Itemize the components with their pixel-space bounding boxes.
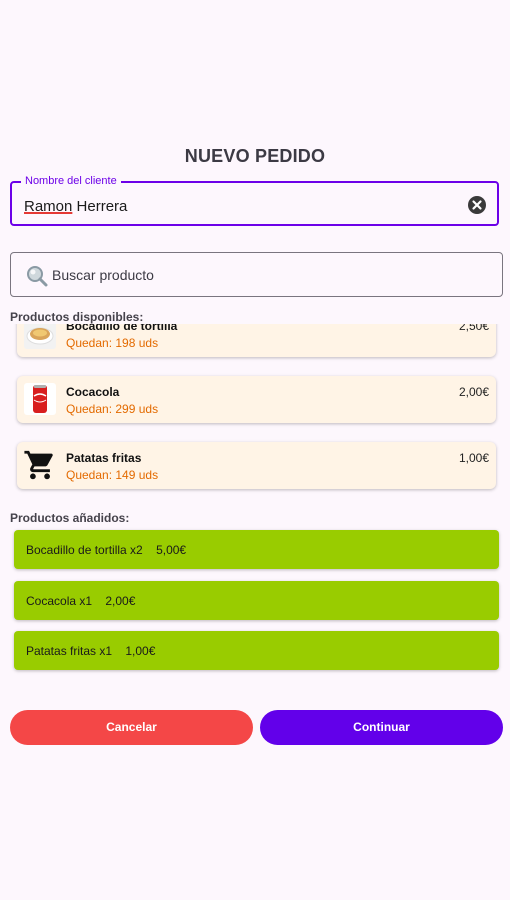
- client-name-first: Ramon: [24, 198, 73, 215]
- product-stock: Quedan: 299 uds: [66, 402, 159, 416]
- product-name: Patatas fritas: [66, 451, 142, 465]
- added-product-text: Bocadillo de tortilla x2 5,00€: [26, 543, 187, 557]
- product-price: 1,00€: [458, 451, 489, 465]
- client-name-field[interactable]: Nombre del cliente Ramon Herrera: [10, 175, 499, 226]
- product-card[interactable]: Bocadillo de tortilla Quedan: 198 uds 2,…: [17, 324, 496, 357]
- product-card[interactable]: Cocacola Quedan: 299 uds 2,00€: [17, 376, 496, 423]
- added-products-label: Productos añadidos:: [10, 511, 130, 525]
- added-product-item[interactable]: Cocacola x1 2,00€: [14, 581, 499, 620]
- added-product-item[interactable]: Bocadillo de tortilla x2 5,00€: [14, 530, 499, 569]
- added-product-item[interactable]: Patatas fritas x1 1,00€: [14, 631, 499, 670]
- product-card[interactable]: Patatas fritas Quedan: 149 uds 1,00€: [17, 442, 496, 489]
- cola-can-icon: [24, 383, 56, 415]
- magnifier-icon: [27, 266, 48, 287]
- added-product-text: Cocacola x1 2,00€: [26, 594, 136, 608]
- client-name-label: Nombre del cliente: [21, 175, 121, 187]
- search-placeholder: Buscar producto: [52, 267, 154, 283]
- clear-circle-icon[interactable]: [467, 195, 487, 215]
- available-products-list[interactable]: Bocadillo de tortilla Quedan: 198 uds 2,…: [0, 324, 510, 500]
- product-stock: Quedan: 149 uds: [66, 468, 159, 482]
- added-product-text: Patatas fritas x1 1,00€: [26, 644, 156, 658]
- client-name-value[interactable]: Ramon Herrera: [24, 198, 127, 215]
- client-name-rest: Herrera: [72, 198, 128, 215]
- sandwich-icon: [24, 324, 56, 349]
- cancel-button[interactable]: Cancelar: [10, 710, 253, 745]
- page-title: NUEVO PEDIDO: [184, 146, 326, 166]
- product-stock: Quedan: 198 uds: [66, 336, 159, 350]
- search-input[interactable]: Buscar producto: [10, 252, 503, 297]
- product-name: Cocacola: [66, 385, 120, 399]
- product-name: Bocadillo de tortilla: [66, 324, 178, 333]
- product-price: 2,50€: [458, 324, 489, 333]
- continue-button[interactable]: Continuar: [260, 710, 503, 745]
- product-price: 2,00€: [458, 385, 489, 399]
- available-products-label: Productos disponibles:: [10, 310, 144, 324]
- shopping-cart-icon: [24, 450, 53, 480]
